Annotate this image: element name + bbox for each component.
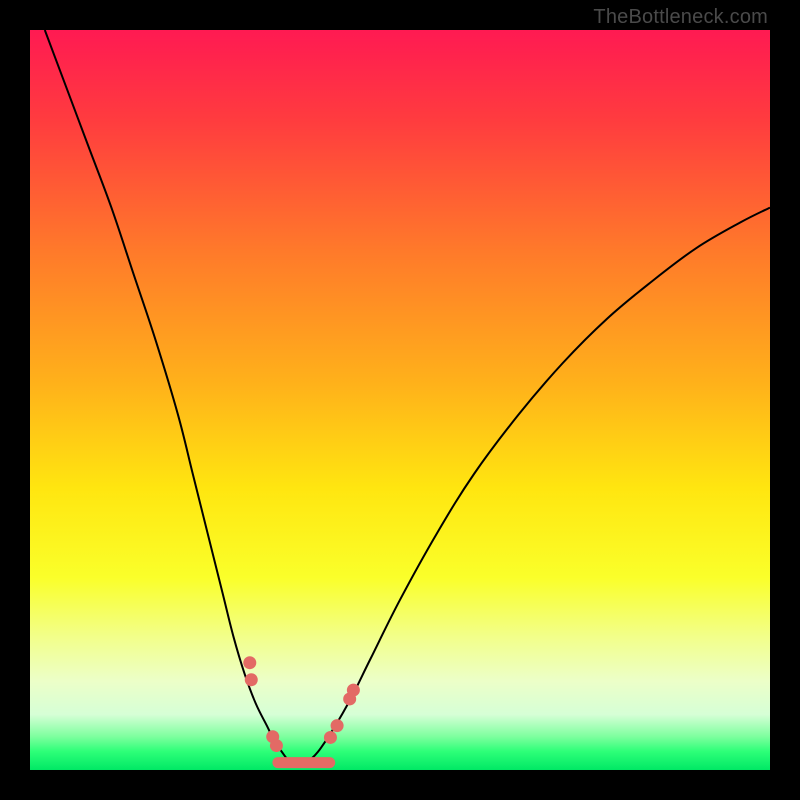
marker-dot bbox=[347, 684, 360, 697]
curve-right bbox=[296, 208, 770, 767]
curve-layer bbox=[30, 30, 770, 770]
marker-dot bbox=[331, 719, 344, 732]
markers-group bbox=[243, 656, 360, 762]
marker-dot bbox=[270, 739, 283, 752]
marker-dot bbox=[245, 673, 258, 686]
marker-dot bbox=[324, 731, 337, 744]
marker-dot bbox=[243, 656, 256, 669]
curve-left bbox=[45, 30, 297, 766]
watermark-text: TheBottleneck.com bbox=[593, 6, 768, 29]
plot-area bbox=[30, 30, 770, 770]
